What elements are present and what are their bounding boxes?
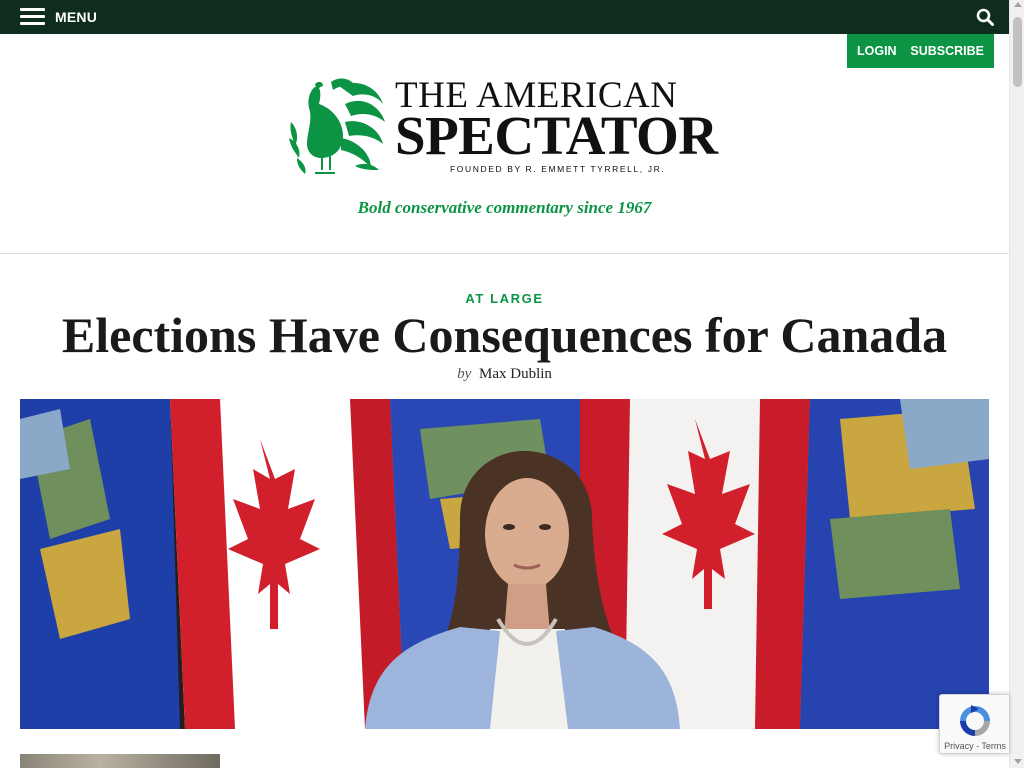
page-scrollbar[interactable]	[1009, 0, 1024, 768]
recaptcha-badge[interactable]: Privacy - Terms	[939, 694, 1009, 754]
author-link[interactable]: Max Dublin	[479, 366, 552, 382]
account-links: LOGIN SUBSCRIBE	[847, 34, 994, 68]
article-byline: by Max Dublin	[0, 366, 1009, 383]
recaptcha-icon	[960, 705, 990, 736]
article-hero-image	[20, 399, 989, 729]
article-title: Elections Have Consequences for Canada	[61, 307, 948, 363]
recaptcha-privacy-terms[interactable]: Privacy - Terms	[940, 741, 1010, 751]
turkey-logo-icon	[289, 78, 385, 174]
scroll-down-arrow-icon[interactable]	[1014, 759, 1022, 764]
top-nav-bar: MENU	[0, 0, 1009, 34]
hamburger-icon	[20, 8, 45, 26]
login-link[interactable]: LOGIN	[857, 44, 897, 58]
article-category-link[interactable]: AT LARGE	[0, 291, 1009, 306]
header-divider	[0, 253, 1009, 254]
subscribe-link[interactable]: SUBSCRIBE	[910, 44, 984, 58]
logo-founder-line: FOUNDED BY R. EMMETT TYRRELL, JR.	[450, 164, 666, 174]
scroll-up-arrow-icon[interactable]	[1014, 2, 1022, 7]
menu-label: MENU	[55, 9, 98, 25]
byline-prefix: by	[457, 366, 472, 382]
scroll-thumb[interactable]	[1013, 17, 1022, 87]
site-tagline: Bold conservative commentary since 1967	[357, 198, 652, 217]
related-article-thumbnail[interactable]	[20, 754, 220, 768]
site-logo[interactable]: THE AMERICAN SPECTATOR FOUNDED BY R. EMM…	[287, 77, 727, 178]
logo-title-line2: SPECTATOR	[395, 105, 718, 166]
search-icon[interactable]	[976, 8, 994, 26]
menu-button[interactable]: MENU	[20, 7, 97, 27]
